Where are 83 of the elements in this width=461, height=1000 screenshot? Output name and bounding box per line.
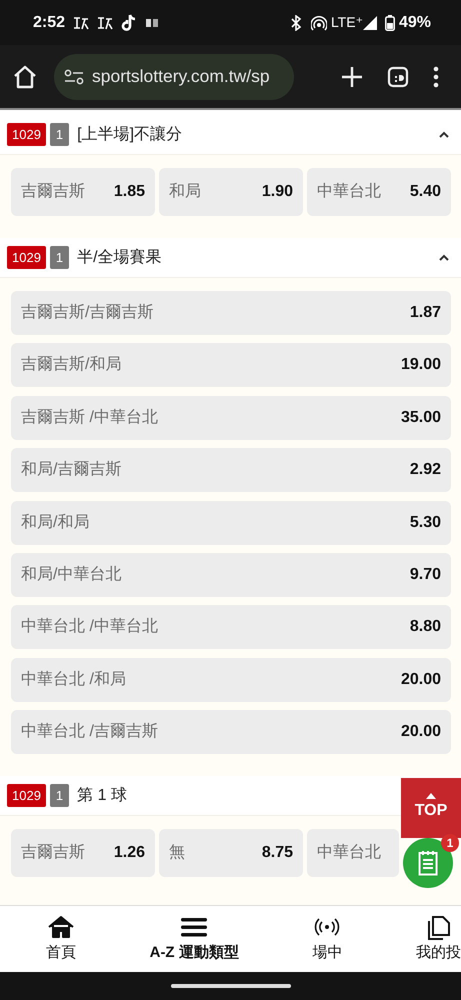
outcome-label: 吉爾吉斯/和局	[21, 354, 122, 376]
odds-button[interactable]: 吉爾吉斯/吉爾吉斯 1.87	[11, 291, 451, 335]
outcome-label: 和局/和局	[21, 512, 90, 533]
tab-switcher-icon[interactable]	[387, 66, 409, 88]
notepad-icon	[418, 850, 438, 876]
odds-price: 1.85	[114, 182, 145, 202]
event-code: 1029	[7, 122, 46, 146]
outcome-label: 和局/吉爾吉斯	[21, 460, 122, 480]
outcome-label: 無	[169, 843, 185, 864]
odds-button[interactable]: 吉爾吉斯/和局 19.00	[11, 343, 451, 388]
odds-price: 8.75	[262, 843, 293, 864]
odds-button[interactable]: 和局/中華台北 9.70	[11, 552, 451, 597]
gesture-handle[interactable]	[170, 984, 290, 988]
outcome-label: 吉爾吉斯 /中華台北	[21, 408, 158, 428]
odds-price: 19.00	[400, 355, 441, 376]
outcome-label: 中華台北	[317, 842, 381, 864]
market-title: 半/全場賽果	[77, 248, 162, 268]
period-badge: 1	[50, 122, 70, 146]
odds-price: 1.26	[114, 843, 145, 864]
odds-button[interactable]: 和局 1.90	[159, 168, 303, 216]
odds-button[interactable]: 中華台北	[307, 829, 399, 878]
outcome-label: 吉爾吉斯	[21, 182, 85, 202]
odds-button[interactable]: 吉爾吉斯 1.26	[11, 829, 155, 878]
back-to-top-button[interactable]: TOP	[401, 778, 461, 838]
odds-button[interactable]: 中華台北 /和局 20.00	[11, 658, 451, 702]
bluetooth-icon	[288, 14, 303, 30]
odds-button[interactable]: 和局/吉爾吉斯 2.92	[11, 448, 451, 492]
up-arrow-icon	[426, 793, 436, 799]
odds-price: 8.80	[410, 617, 441, 638]
network-type: LTE⁺	[330, 13, 363, 32]
bet-slip-button[interactable]	[403, 838, 453, 888]
collapse-caret-icon[interactable]	[439, 131, 449, 138]
signal-icon	[362, 16, 377, 30]
odds-price: 1.87	[410, 303, 441, 323]
outcome-label: 和局/中華台北	[21, 564, 122, 585]
outcome-label: 中華台北	[317, 182, 381, 202]
odds-price: 20.00	[400, 722, 441, 742]
nav-tab[interactable]: 我的投	[416, 914, 461, 964]
odds-price: 20.00	[400, 670, 441, 690]
battery-level: 49%	[398, 12, 431, 32]
odds-price: 9.70	[410, 564, 441, 585]
market-title: [上半場]不讓分	[77, 124, 182, 144]
odds-price: 5.30	[410, 512, 441, 533]
odds-price: 1.90	[262, 182, 293, 202]
outcome-label: 吉爾吉斯/吉爾吉斯	[21, 302, 154, 323]
app-icon	[97, 14, 114, 30]
market-title: 第 1 球	[77, 786, 127, 806]
nav-tab[interactable]: 首頁	[46, 914, 76, 964]
event-code: 1029	[7, 784, 46, 808]
outcome-label: 吉爾吉斯	[21, 842, 85, 864]
battery-icon	[384, 14, 395, 30]
home-icon[interactable]	[12, 64, 38, 90]
outcome-label: 中華台北 /吉爾吉斯	[21, 722, 158, 742]
more-options-icon[interactable]	[433, 66, 439, 88]
odds-button[interactable]: 中華台北 5.40	[307, 168, 451, 216]
odds-price: 2.92	[410, 460, 441, 480]
period-badge: 1	[50, 246, 70, 270]
app-icon	[73, 14, 90, 30]
hotspot-icon	[310, 14, 327, 30]
outcome-label: 和局	[169, 182, 201, 202]
odds-button[interactable]: 中華台北 /吉爾吉斯 20.00	[11, 710, 451, 754]
nav-tab[interactable]: A-Z 運動類型	[150, 914, 239, 964]
collapse-caret-icon[interactable]	[439, 254, 449, 261]
odds-button[interactable]: 吉爾吉斯 /中華台北 35.00	[11, 396, 451, 440]
site-settings-icon[interactable]	[64, 68, 84, 84]
period-badge: 1	[50, 784, 70, 808]
odds-price: 35.00	[400, 408, 441, 428]
home-icon	[47, 914, 75, 940]
nav-tab[interactable]: 場中	[312, 914, 342, 964]
odds-button[interactable]: 無 8.75	[159, 829, 303, 878]
app-icon	[145, 16, 160, 28]
odds-button[interactable]: 吉爾吉斯 1.85	[11, 168, 155, 216]
address-bar[interactable]: sportslottery.com.tw/sp	[54, 54, 294, 100]
odds-button[interactable]: 中華台北 /中華台北 8.80	[11, 605, 451, 650]
url-text: sportslottery.com.tw/sp	[92, 65, 270, 88]
music-note-icon	[121, 14, 138, 32]
event-code: 1029	[7, 246, 46, 270]
status-time: 2:52	[33, 12, 66, 32]
odds-button[interactable]: 和局/和局 5.30	[11, 500, 451, 545]
odds-price: 5.40	[410, 182, 441, 202]
outcome-label: 中華台北 /和局	[21, 670, 126, 690]
outcome-label: 中華台北 /中華台北	[21, 616, 158, 638]
plus-icon[interactable]	[341, 66, 363, 88]
